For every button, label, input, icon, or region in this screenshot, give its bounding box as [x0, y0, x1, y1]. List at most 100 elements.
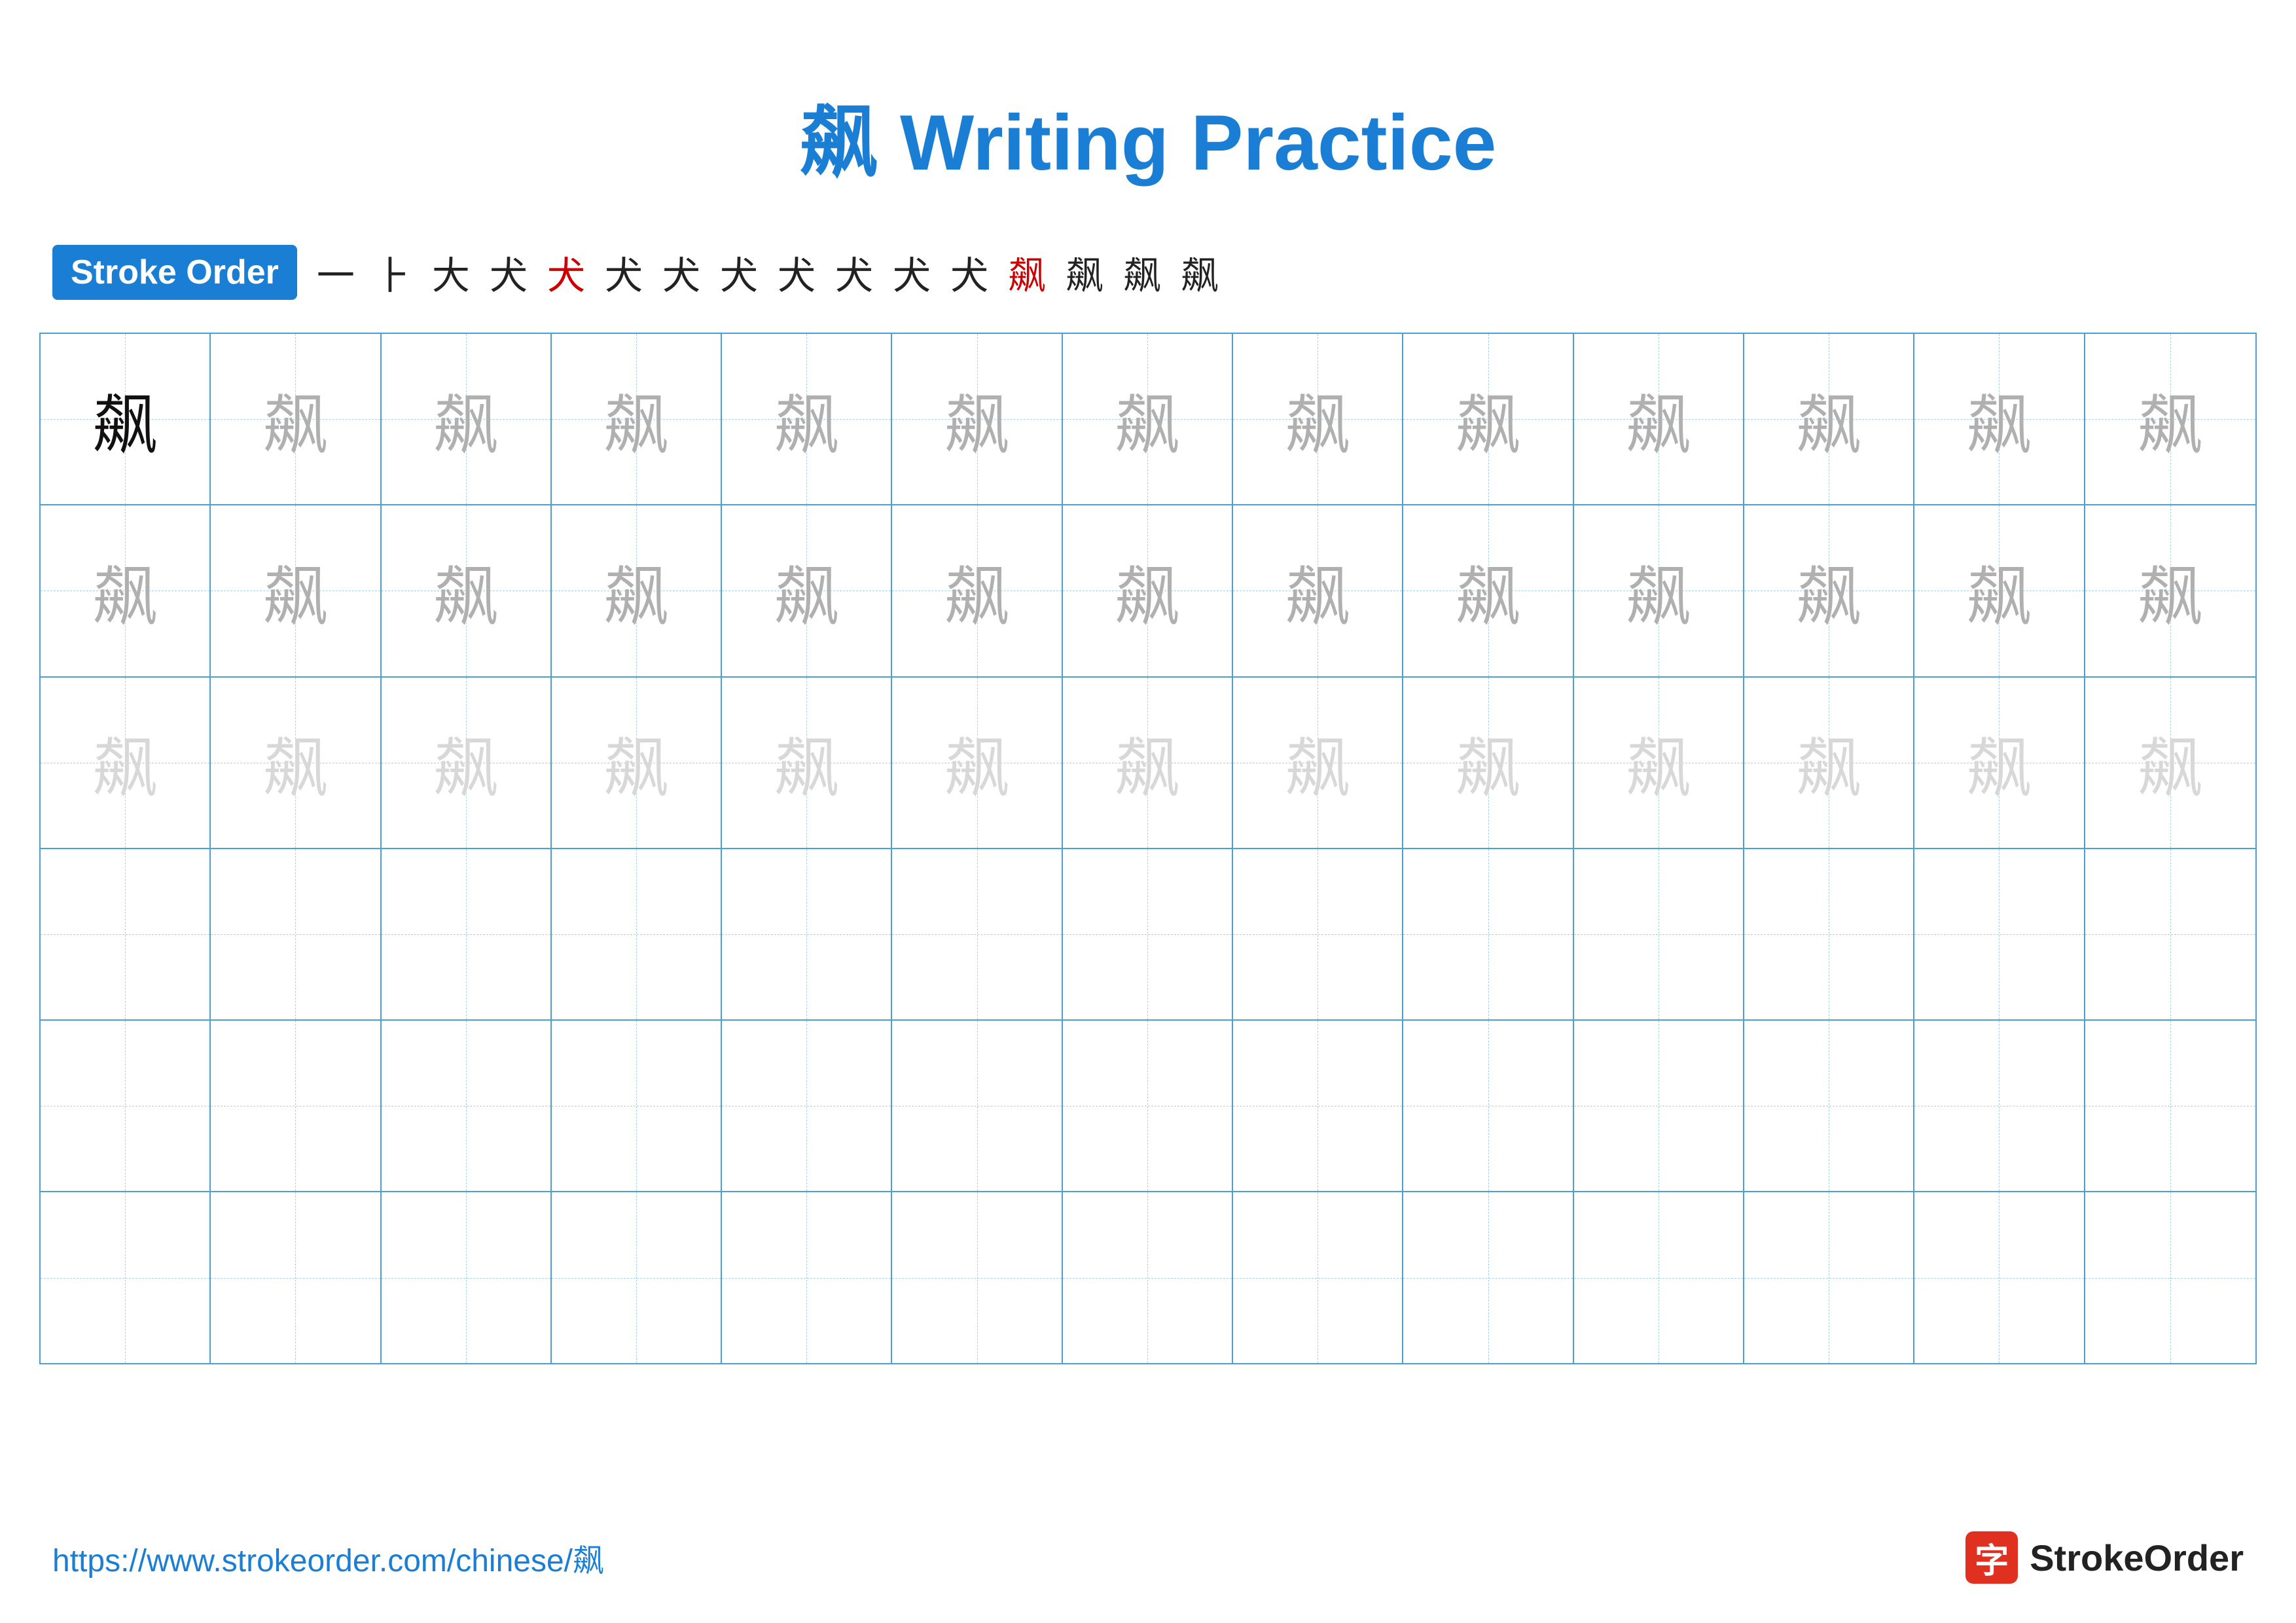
- grid-cell[interactable]: [722, 1021, 892, 1191]
- grid-cell[interactable]: 飙: [1233, 678, 1403, 848]
- grid-cell[interactable]: 飙: [1914, 334, 2085, 504]
- stroke-step-10: 犬: [835, 245, 873, 300]
- grid-cell[interactable]: 飙: [211, 505, 381, 676]
- grid-cell[interactable]: [1403, 849, 1573, 1019]
- grid-cell[interactable]: 飙: [2085, 334, 2255, 504]
- grid-cell[interactable]: 飙: [1063, 505, 1233, 676]
- grid-cell[interactable]: 飙: [1403, 678, 1573, 848]
- cell-character: 飙: [774, 372, 839, 467]
- grid-cell[interactable]: [2085, 849, 2255, 1019]
- cell-character: 飙: [1626, 372, 1691, 467]
- grid-cell[interactable]: 飙: [2085, 505, 2255, 676]
- grid-cell[interactable]: [552, 1021, 722, 1191]
- grid-cell[interactable]: [41, 1021, 211, 1191]
- grid-cell[interactable]: 飙: [1233, 505, 1403, 676]
- cell-character: 飙: [1285, 543, 1350, 638]
- grid-cell[interactable]: 飙: [1744, 334, 1914, 504]
- grid-cell[interactable]: 飙: [1063, 334, 1233, 504]
- grid-cell[interactable]: [1063, 1021, 1233, 1191]
- grid-cell[interactable]: [211, 1021, 381, 1191]
- cell-character: 飙: [1966, 543, 2032, 638]
- grid-cell[interactable]: [552, 1192, 722, 1362]
- grid-cell[interactable]: [722, 849, 892, 1019]
- grid-cell[interactable]: [1403, 1021, 1573, 1191]
- grid-cell[interactable]: 飙: [382, 334, 552, 504]
- cell-character: 飙: [1796, 715, 1861, 810]
- grid-cell[interactable]: [41, 849, 211, 1019]
- grid-cell[interactable]: 飙: [552, 678, 722, 848]
- grid-cell[interactable]: 飙: [1403, 334, 1573, 504]
- grid-cell[interactable]: [1574, 1192, 1744, 1362]
- stroke-step-5: 犬: [547, 245, 585, 300]
- grid-cell[interactable]: [892, 1021, 1062, 1191]
- grid-cell[interactable]: [1914, 849, 2085, 1019]
- grid-cell[interactable]: 飙: [1574, 334, 1744, 504]
- grid-cell[interactable]: 飙: [1744, 678, 1914, 848]
- grid-cell[interactable]: 飙: [2085, 678, 2255, 848]
- grid-cell[interactable]: 飙: [1744, 505, 1914, 676]
- cell-character: 飙: [2138, 715, 2203, 810]
- stroke-step-12: 犬: [950, 245, 988, 300]
- cell-character: 飙: [92, 715, 158, 810]
- grid-cell[interactable]: [1574, 849, 1744, 1019]
- grid-cell[interactable]: 飙: [892, 678, 1062, 848]
- grid-cell[interactable]: 飙: [1914, 678, 2085, 848]
- grid-row-1: 飙飙飙飙飙飙飙飙飙飙飙飙飙: [41, 334, 2255, 505]
- grid-cell[interactable]: [1403, 1192, 1573, 1362]
- grid-cell[interactable]: [1063, 849, 1233, 1019]
- grid-cell[interactable]: 飙: [722, 334, 892, 504]
- stroke-step-16: 飙: [1181, 245, 1219, 300]
- grid-cell[interactable]: [41, 1192, 211, 1362]
- grid-cell[interactable]: 飙: [382, 678, 552, 848]
- grid-cell[interactable]: [1744, 849, 1914, 1019]
- grid-cell[interactable]: [1914, 1021, 2085, 1191]
- grid-cell[interactable]: 飙: [211, 334, 381, 504]
- grid-cell[interactable]: [382, 849, 552, 1019]
- cell-character: 飙: [944, 372, 1010, 467]
- grid-cell[interactable]: 飙: [552, 505, 722, 676]
- stroke-step-15: 飙: [1123, 245, 1161, 300]
- grid-cell[interactable]: 飙: [1914, 505, 2085, 676]
- cell-character: 飙: [92, 372, 158, 467]
- grid-cell[interactable]: 飙: [552, 334, 722, 504]
- grid-cell[interactable]: [1233, 849, 1403, 1019]
- grid-cell[interactable]: 飙: [41, 505, 211, 676]
- grid-cell[interactable]: [1063, 1192, 1233, 1362]
- grid-cell[interactable]: 飙: [1233, 334, 1403, 504]
- grid-cell[interactable]: [1744, 1021, 1914, 1191]
- grid-cell[interactable]: 飙: [1403, 505, 1573, 676]
- grid-cell[interactable]: [1233, 1021, 1403, 1191]
- grid-cell[interactable]: [722, 1192, 892, 1362]
- grid-cell[interactable]: [1914, 1192, 2085, 1362]
- grid-cell[interactable]: [382, 1192, 552, 1362]
- grid-cell[interactable]: [1744, 1192, 1914, 1362]
- stroke-step-7: 犬: [662, 245, 700, 300]
- grid-cell[interactable]: [2085, 1192, 2255, 1362]
- footer-url: https://www.strokeorder.com/chinese/飙: [52, 1535, 604, 1580]
- grid-cell[interactable]: [2085, 1021, 2255, 1191]
- grid-row-5: [41, 1021, 2255, 1192]
- grid-cell[interactable]: [892, 849, 1062, 1019]
- grid-cell[interactable]: [1233, 1192, 1403, 1362]
- grid-cell[interactable]: 飙: [892, 334, 1062, 504]
- grid-cell[interactable]: 飙: [722, 678, 892, 848]
- grid-cell[interactable]: 飙: [41, 334, 211, 504]
- logo-text: StrokeOrder: [2030, 1537, 2244, 1579]
- grid-cell[interactable]: [382, 1021, 552, 1191]
- grid-cell[interactable]: [552, 849, 722, 1019]
- grid-cell[interactable]: [1574, 1021, 1744, 1191]
- cell-character: 飙: [433, 543, 499, 638]
- grid-cell[interactable]: [211, 1192, 381, 1362]
- cell-character: 飙: [1966, 372, 2032, 467]
- grid-cell[interactable]: [892, 1192, 1062, 1362]
- cell-character: 飙: [1626, 715, 1691, 810]
- grid-cell[interactable]: 飙: [1574, 678, 1744, 848]
- grid-cell[interactable]: 飙: [1063, 678, 1233, 848]
- grid-cell[interactable]: 飙: [1574, 505, 1744, 676]
- grid-cell[interactable]: 飙: [382, 505, 552, 676]
- grid-cell[interactable]: 飙: [211, 678, 381, 848]
- grid-cell[interactable]: 飙: [722, 505, 892, 676]
- grid-cell[interactable]: 飙: [41, 678, 211, 848]
- grid-cell[interactable]: 飙: [892, 505, 1062, 676]
- grid-cell[interactable]: [211, 849, 381, 1019]
